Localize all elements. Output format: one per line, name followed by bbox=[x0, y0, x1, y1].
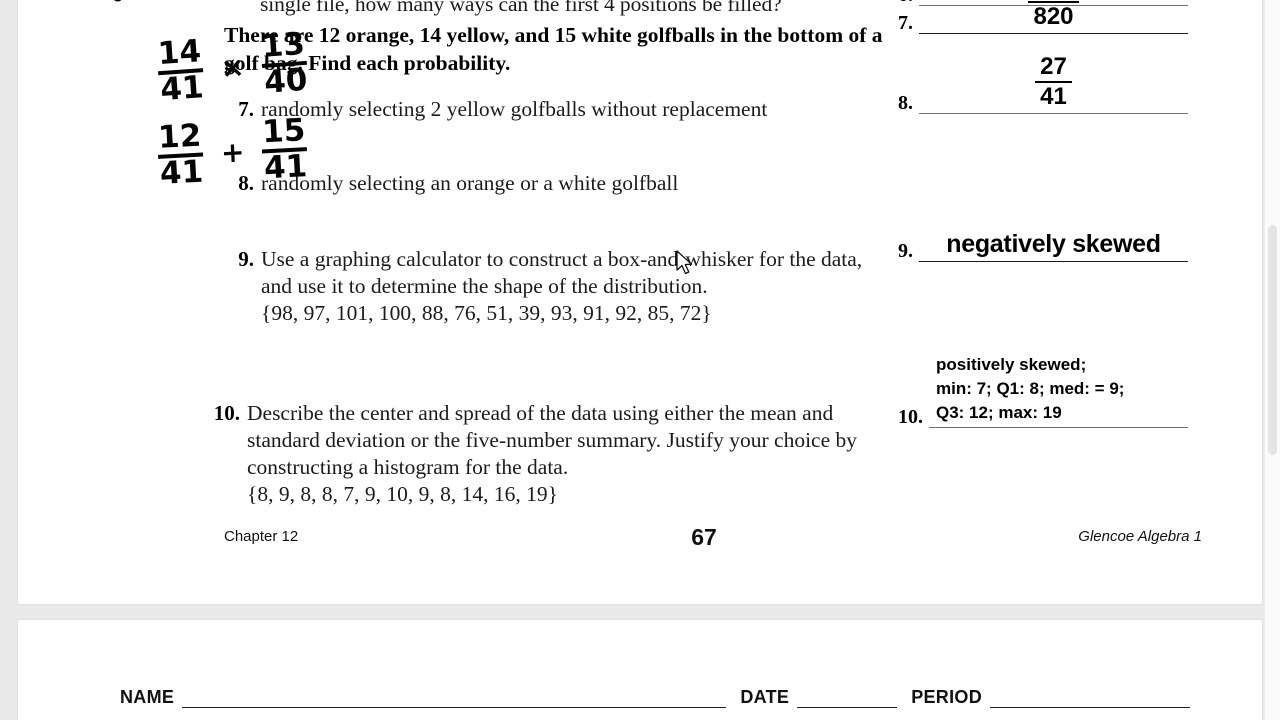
answer-row-8: 8. 27 41 bbox=[898, 53, 1188, 114]
question-body-9: Use a graphing calculator to construct a… bbox=[261, 247, 863, 298]
question-number-10: 10. bbox=[213, 401, 240, 425]
answer-value-7: 91 820 bbox=[919, 0, 1188, 31]
question-dataset-9: {98, 97, 101, 100, 88, 76, 51, 39, 93, 9… bbox=[261, 301, 712, 325]
scrollbar-thumb[interactable] bbox=[1268, 225, 1277, 455]
answer-number-9: 9. bbox=[898, 240, 913, 262]
handwriting-fraction-1a: 14 41 bbox=[155, 33, 206, 108]
handwriting-operator-2: + bbox=[220, 135, 246, 170]
answer-row-9: 9. negatively skewed bbox=[898, 224, 1188, 262]
name-label: NAME bbox=[120, 687, 175, 707]
answer-line-8: 27 41 bbox=[919, 53, 1188, 114]
question-item-9: 9. Use a graphing calculator to construc… bbox=[224, 246, 864, 327]
date-field[interactable] bbox=[797, 691, 898, 708]
period-field[interactable] bbox=[990, 691, 1190, 708]
question-text-9: Use a graphing calculator to construct a… bbox=[261, 246, 864, 327]
question-item-8: 8. randomly selecting an orange or a whi… bbox=[224, 170, 889, 197]
question-item-10: 10. Describe the center and spread of th… bbox=[210, 400, 870, 508]
handwriting-denominator-2a: 41 bbox=[159, 153, 205, 192]
question-number-9: 9. bbox=[238, 247, 254, 271]
answer-value-9: negatively skewed bbox=[946, 230, 1161, 258]
question-text-10: Describe the center and spread of the da… bbox=[247, 400, 870, 508]
footer-page-number: 67 bbox=[691, 524, 717, 550]
copyright-notice: Copyright © Glencoe/McGraw-Hill, a divis… bbox=[113, 0, 125, 2]
date-label: DATE bbox=[740, 687, 790, 707]
question-text-7: randomly selecting 2 yellow golfballs wi… bbox=[261, 97, 768, 121]
answer-line-9: negatively skewed bbox=[919, 223, 1188, 262]
answer-number-8: 8. bbox=[898, 92, 913, 114]
answer-row-10: 10. positively skewed; min: 7; Q1: 8; me… bbox=[898, 355, 1188, 428]
name-date-period-header: NAME DATE PERIOD bbox=[120, 682, 1190, 708]
question-number-8: 8. bbox=[238, 171, 254, 195]
question-body-10: Describe the center and spread of the da… bbox=[247, 401, 857, 479]
handwriting-fraction-2a: 12 41 bbox=[156, 118, 205, 192]
question-item-7: 7. randomly selecting 2 yellow golfballs… bbox=[224, 96, 889, 123]
handwriting-numerator-1a: 14 bbox=[155, 33, 204, 75]
footer-book-title: Glencoe Algebra 1 bbox=[1078, 528, 1202, 545]
section-heading: There are 12 orange, 14 yellow, and 15 w… bbox=[224, 23, 883, 75]
fraction-denominator-7: 820 bbox=[1033, 2, 1074, 30]
answer-value-10: positively skewed; min: 7; Q1: 8; med: =… bbox=[936, 355, 1125, 422]
answer-number-10: 10. bbox=[898, 406, 923, 428]
fraction-7: 91 820 bbox=[1028, 0, 1079, 31]
period-label: PERIOD bbox=[911, 687, 982, 707]
cut-off-line: single file, how many ways can the first… bbox=[260, 0, 782, 16]
page-footer: Chapter 12 67 Glencoe Algebra 1 bbox=[206, 524, 1202, 554]
answer-number-7: 7. bbox=[898, 12, 913, 34]
question-dataset-10: {8, 9, 8, 8, 7, 9, 10, 9, 8, 14, 16, 19} bbox=[247, 482, 558, 506]
name-field[interactable] bbox=[182, 691, 727, 708]
question-text-8: randomly selecting an orange or a white … bbox=[261, 171, 679, 195]
fraction-numerator-8: 27 bbox=[1035, 53, 1072, 83]
handwriting-numerator-2a: 12 bbox=[156, 118, 204, 159]
worksheet-page-current: Copyright © Glencoe/McGraw-Hill, a divis… bbox=[18, 0, 1262, 604]
handwriting-denominator-1a: 41 bbox=[159, 68, 205, 108]
vertical-scrollbar[interactable] bbox=[1264, 0, 1280, 720]
fraction-denominator-8: 41 bbox=[1040, 82, 1067, 110]
question-number-7: 7. bbox=[238, 97, 254, 121]
pdf-viewer[interactable]: Copyright © Glencoe/McGraw-Hill, a divis… bbox=[0, 0, 1280, 720]
answer-line-7: 91 820 bbox=[919, 0, 1188, 34]
worksheet-page-next: NAME DATE PERIOD bbox=[18, 620, 1262, 720]
fraction-8: 27 41 bbox=[1035, 53, 1072, 111]
answer-row-7: 7. 91 820 bbox=[898, 0, 1188, 34]
answer-value-8: 27 41 bbox=[919, 53, 1188, 111]
